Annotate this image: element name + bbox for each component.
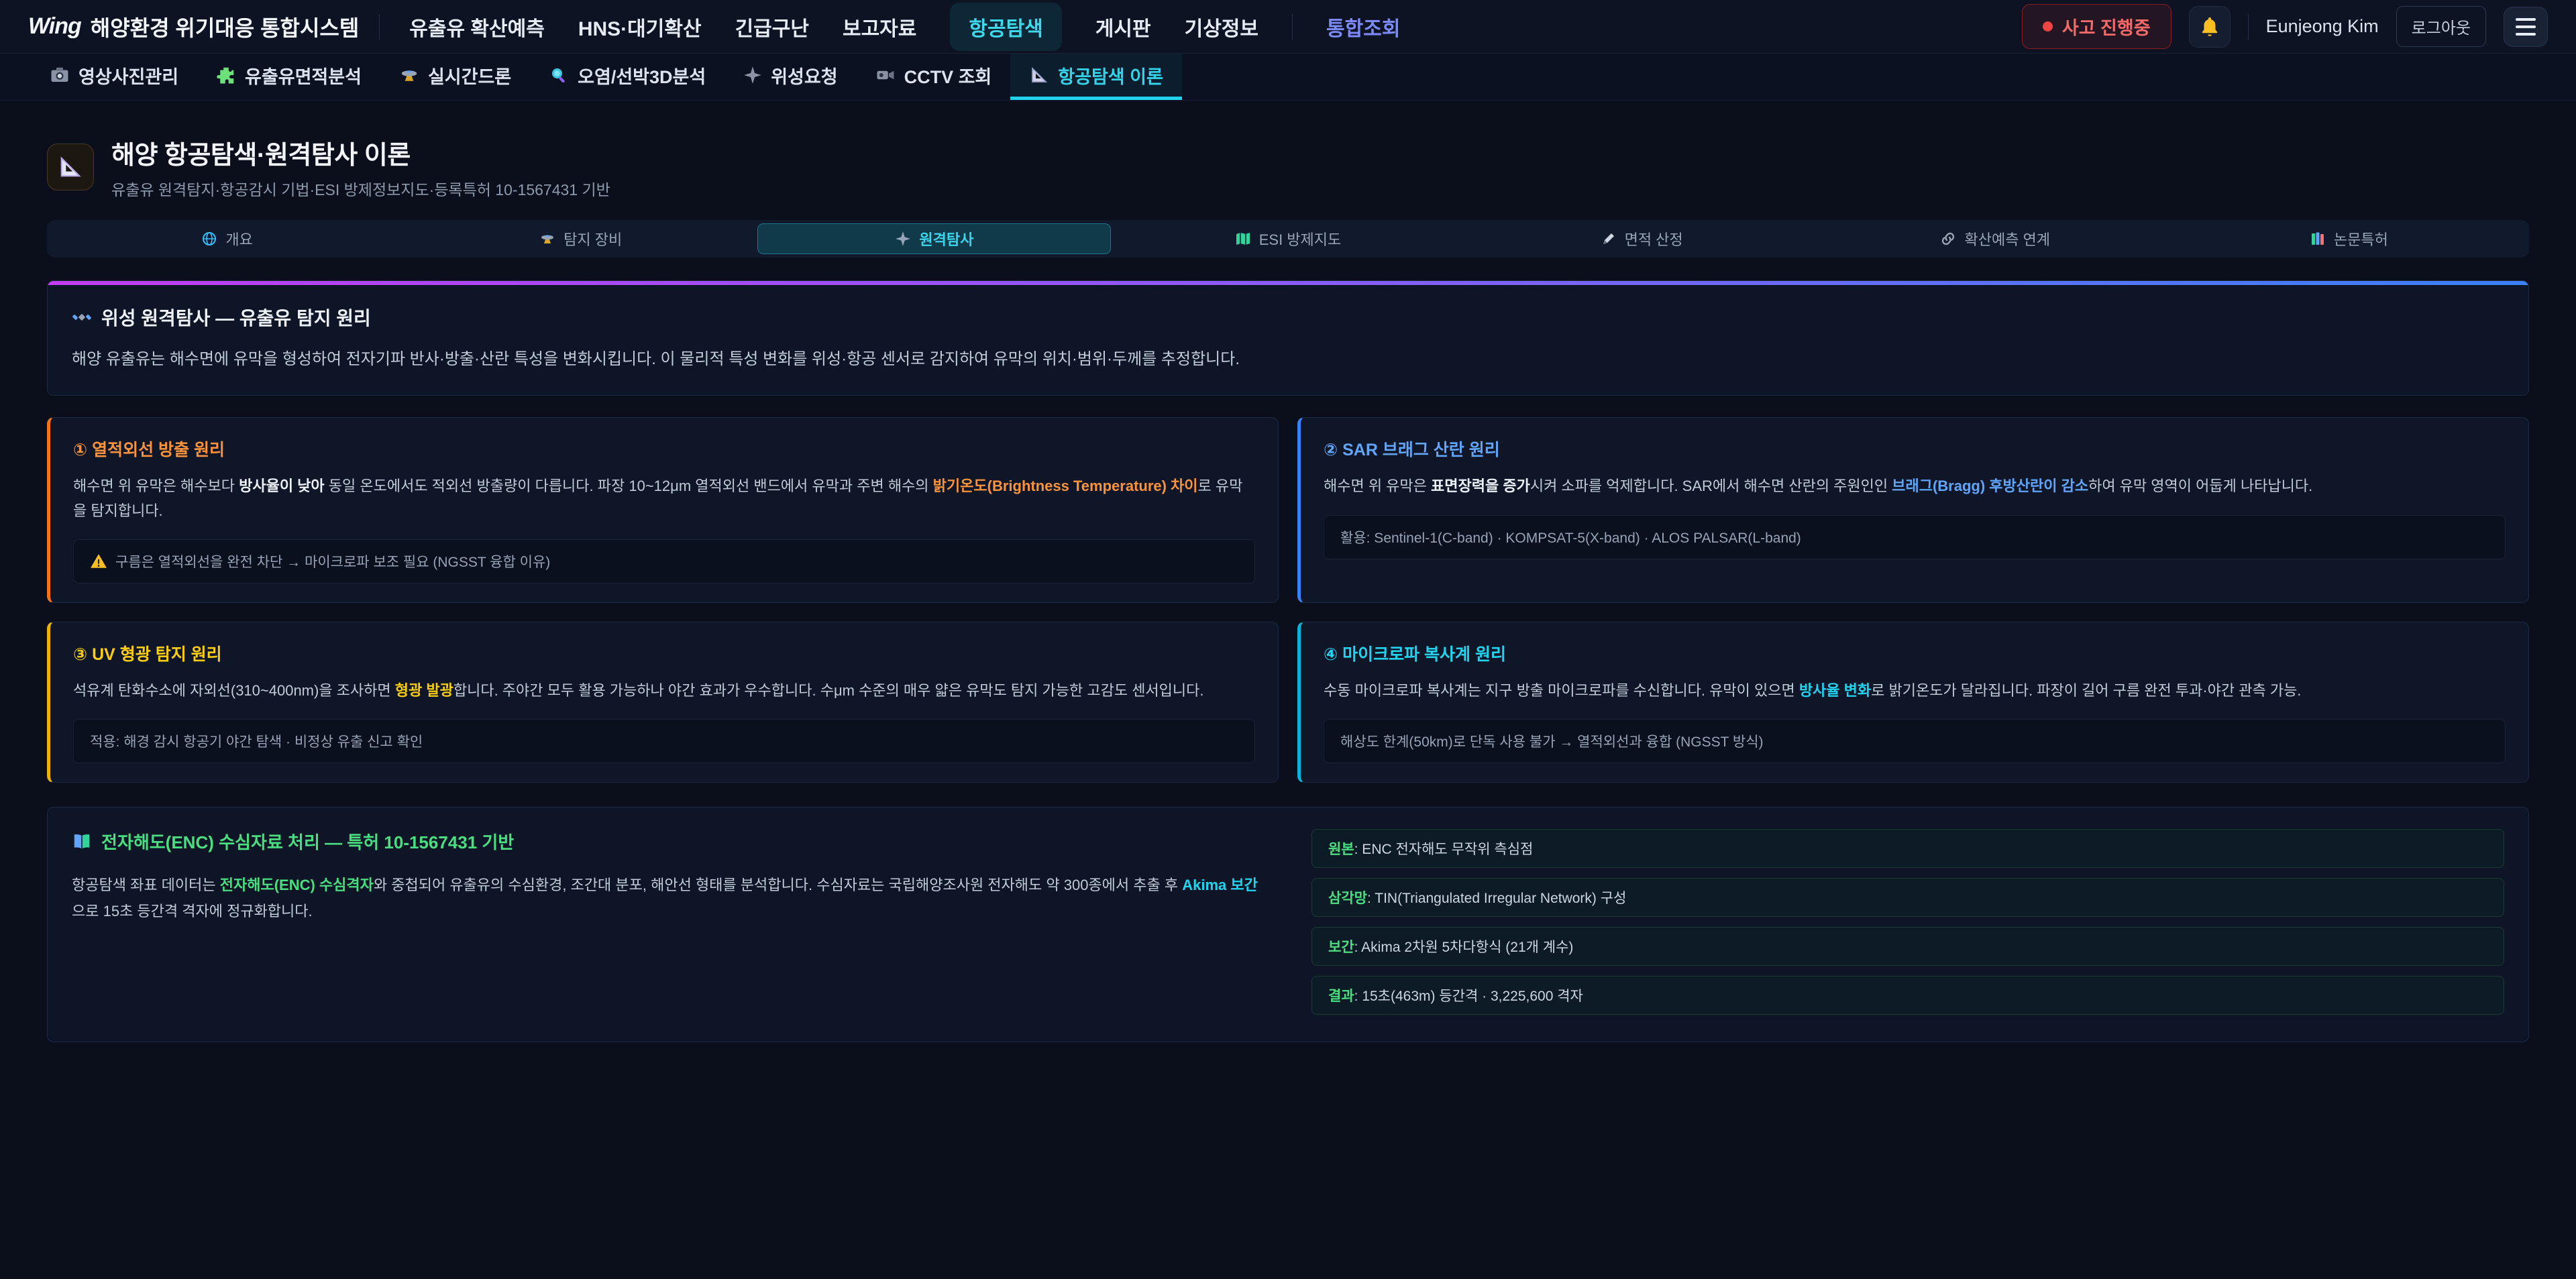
tab-overview[interactable]: 개요 — [50, 223, 404, 254]
enc-row-triangulation: 삼각망 : TIN(Triangulated Irregular Network… — [1311, 878, 2504, 917]
card-thermal-infrared: ① 열적외선 방출 원리 해수면 위 유막은 해수보다 방사율이 낮아 동일 온… — [47, 417, 1279, 603]
divider — [2248, 14, 2249, 40]
link-icon — [1940, 231, 1956, 247]
card-body: 수동 마이크로파 복사계는 지구 방출 마이크로파를 수신합니다. 유막이 있으… — [1324, 679, 2506, 703]
subtab-satellite-request[interactable]: 위성요청 — [724, 54, 856, 100]
enc-section-title: 전자해도(ENC) 수심자료 처리 — 특허 10-1567431 기반 — [72, 829, 1265, 854]
card-note: 구름은 열적외선을 완전 차단 → 마이크로파 보조 필요 (NGSST 융합 … — [73, 539, 1255, 583]
nav-item-board[interactable]: 게시판 — [1095, 12, 1151, 42]
nav-item-integrated-search[interactable]: 통합조회 — [1326, 12, 1400, 42]
theory-tab-bar: 개요 탐지 장비 원격탐사 ESI 방제지도 — [47, 220, 2529, 258]
section-body: 해양 유출유는 해수면에 유막을 형성하여 전자기파 반사·방출·산란 특성을 … — [72, 347, 2504, 372]
subtab-realtime-drone[interactable]: 실시간드론 — [380, 54, 530, 100]
incident-status-badge: 사고 진행중 — [2022, 4, 2171, 49]
magnifier-icon — [549, 65, 569, 85]
card-note: 해상도 한계(50km)로 단독 사용 불가 → 열적외선과 융합 (NGSST… — [1324, 719, 2506, 763]
subtab-photo-management[interactable]: 영상사진관리 — [31, 54, 197, 100]
enc-left-column: 전자해도(ENC) 수심자료 처리 — 특허 10-1567431 기반 항공탐… — [72, 829, 1265, 1015]
star-icon — [743, 66, 762, 85]
subtab-aerial-search-theory[interactable]: 항공탐색 이론 — [1010, 54, 1182, 100]
books-icon — [2310, 231, 2326, 247]
ufo-icon — [399, 65, 419, 85]
main-content: 해양 항공탐색·원격탐사 이론 유출유 원격탐지·항공감시 기법·ESI 방제정… — [0, 134, 2576, 1042]
status-badge-label: 사고 진행중 — [2062, 13, 2151, 40]
card-microwave-radiometer: ④ 마이크로파 복사계 원리 수동 마이크로파 복사계는 지구 방출 마이크로파… — [1297, 622, 2529, 783]
triangle-ruler-icon — [57, 154, 84, 180]
divider — [379, 14, 380, 40]
pen-icon — [1601, 231, 1617, 247]
card-title: ② SAR 브래그 산란 원리 — [1324, 437, 2506, 461]
subtab-pollution-3d-analysis[interactable]: 오염/선박3D분석 — [530, 54, 724, 100]
menu-button[interactable] — [2504, 7, 2548, 47]
tab-forecast-link[interactable]: 확산예측 연계 — [1819, 223, 2172, 254]
card-title: ③ UV 형광 탐지 원리 — [73, 641, 1255, 665]
map-icon — [1235, 231, 1251, 247]
satellite-icon — [72, 307, 92, 327]
card-note: 활용: Sentinel-1(C-band) · KOMPSAT-5(X-ban… — [1324, 515, 2506, 559]
nav-item-aerial-search[interactable]: 항공탐색 — [950, 3, 1061, 51]
principle-cards-grid: ① 열적외선 방출 원리 해수면 위 유막은 해수보다 방사율이 낮아 동일 온… — [47, 417, 2529, 783]
card-body: 해수면 위 유막은 표면장력을 증가시켜 소파를 억제합니다. SAR에서 해수… — [1324, 474, 2506, 498]
card-note: 적용: 해경 감시 항공기 야간 탐색 · 비정상 유출 신고 확인 — [73, 719, 1255, 763]
logout-button[interactable]: 로그아웃 — [2396, 6, 2486, 47]
page-title: 해양 항공탐색·원격탐사 이론 — [111, 134, 610, 171]
nav-item-rescue[interactable]: 긴급구난 — [735, 12, 809, 42]
app-title: 해양환경 위기대응 통합시스템 — [91, 11, 360, 42]
card-title: ④ 마이크로파 복사계 원리 — [1324, 641, 2506, 665]
triangle-ruler-icon — [1029, 65, 1049, 85]
status-dot-icon — [2043, 21, 2053, 32]
tab-remote-sensing[interactable]: 원격탐사 — [757, 223, 1111, 254]
nav-item-reports[interactable]: 보고자료 — [843, 12, 916, 42]
section-title: 위성 원격탐사 — 유출유 탐지 원리 — [72, 304, 2504, 331]
subtab-cctv[interactable]: CCTV 조회 — [857, 54, 1011, 100]
subtab-spill-area-analysis[interactable]: 유출유면적분석 — [197, 54, 380, 100]
card-body: 석유계 탄화수소에 자외선(310~400nm)을 조사하면 형광 발광합니다.… — [73, 679, 1255, 703]
enc-row-result: 결과 : 15초(463m) 등간격 · 3,225,600 격자 — [1311, 976, 2504, 1015]
enc-pipeline-rows: 원본 : ENC 전자해도 무작위 측심점 삼각망 : TIN(Triangul… — [1311, 829, 2504, 1015]
hamburger-icon — [2516, 18, 2536, 21]
card-uv-fluorescence: ③ UV 형광 탐지 원리 석유계 탄화수소에 자외선(310~400nm)을 … — [47, 622, 1279, 783]
tab-papers-patents[interactable]: 논문특허 — [2172, 223, 2526, 254]
main-nav: 유출유 확산예측 HNS·대기확산 긴급구난 보고자료 항공탐색 게시판 기상정… — [409, 3, 1400, 51]
videocam-icon — [875, 65, 896, 85]
top-navigation-bar: Wing 해양환경 위기대응 통합시스템 유출유 확산예측 HNS·대기확산 긴… — [0, 0, 2576, 54]
bell-icon — [2198, 15, 2221, 38]
nav-item-hns[interactable]: HNS·대기확산 — [578, 12, 702, 42]
divider — [1292, 14, 1293, 40]
enc-row-source: 원본 : ENC 전자해도 무작위 측심점 — [1311, 829, 2504, 868]
tab-esi-map[interactable]: ESI 방제지도 — [1111, 223, 1464, 254]
globe-icon — [201, 231, 217, 247]
sub-navigation: 영상사진관리 유출유면적분석 실시간드론 오염/선박3D분석 위성요청 C — [0, 54, 2576, 101]
enc-depth-data-section: 전자해도(ENC) 수심자료 처리 — 특허 10-1567431 기반 항공탐… — [47, 807, 2529, 1042]
notifications-button[interactable] — [2189, 6, 2231, 48]
brand-logo: Wing — [28, 13, 81, 40]
card-sar-bragg: ② SAR 브래그 산란 원리 해수면 위 유막은 표면장력을 증가시켜 소파를… — [1297, 417, 2529, 603]
nav-item-weather[interactable]: 기상정보 — [1185, 12, 1258, 42]
puzzle-icon — [216, 65, 236, 85]
warning-icon — [90, 553, 107, 570]
card-title: ① 열적외선 방출 원리 — [73, 437, 1255, 461]
enc-section-body: 항공탐색 좌표 데이터는 전자해도(ENC) 수심격자와 중첩되어 유출유의 수… — [72, 873, 1265, 924]
enc-row-interpolation: 보간 : Akima 2차원 5차다항식 (21개 계수) — [1311, 927, 2504, 966]
topbar-right: 사고 진행중 Eunjeong Kim 로그아웃 — [2022, 4, 2548, 49]
satellite-star-icon — [895, 231, 911, 247]
page-subtitle: 유출유 원격탐지·항공감시 기법·ESI 방제정보지도·등록특허 10-1567… — [111, 177, 610, 200]
page-header: 해양 항공탐색·원격탐사 이론 유출유 원격탐지·항공감시 기법·ESI 방제정… — [47, 134, 2529, 200]
ufo-icon — [539, 231, 555, 247]
card-body: 해수면 위 유막은 해수보다 방사율이 낮아 동일 온도에서도 적외선 방출량이… — [73, 474, 1255, 523]
page-icon-box — [47, 144, 94, 190]
page-header-text: 해양 항공탐색·원격탐사 이론 유출유 원격탐지·항공감시 기법·ESI 방제정… — [111, 134, 610, 200]
tab-detection-equipment[interactable]: 탐지 장비 — [404, 223, 757, 254]
user-name: Eunjeong Kim — [2266, 16, 2379, 37]
nav-item-spill-forecast[interactable]: 유출유 확산예측 — [409, 12, 545, 42]
brand: Wing 해양환경 위기대응 통합시스템 — [28, 11, 359, 42]
remote-sensing-intro-section: 위성 원격탐사 — 유출유 탐지 원리 해양 유출유는 해수면에 유막을 형성하… — [47, 280, 2529, 396]
open-book-icon — [72, 832, 92, 852]
tab-area-calculation[interactable]: 면적 산정 — [1465, 223, 1819, 254]
camera-icon — [50, 65, 70, 85]
